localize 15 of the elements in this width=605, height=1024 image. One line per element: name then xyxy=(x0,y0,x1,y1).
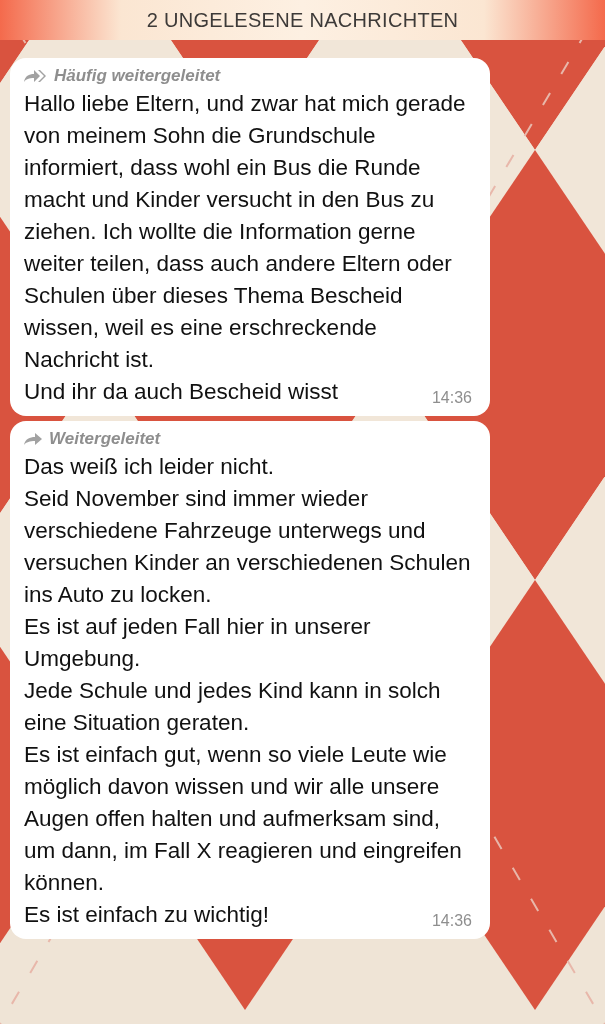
forwarded-icon xyxy=(24,432,43,446)
message-text: Jede Schule und jedes Kind kann in solch eine Situation geraten. xyxy=(24,677,442,737)
message-text: Und ihr da auch Bescheid wisst xyxy=(24,378,338,406)
message-time: 14:36 xyxy=(431,912,472,930)
forwarded-label: Weitergeleitet xyxy=(49,429,161,449)
forwarded-many-icon xyxy=(24,69,48,83)
message-text: Es ist einfach zu wichtig! xyxy=(24,901,270,929)
message-text: Es ist auf jeden Fall hier in unserer Umgebung. xyxy=(24,613,372,673)
message-text: Es ist einfach gut, wenn so viele Leute wie möglich davon wissen und wir alle unsere Augen offen halten und aufmerksam sind, um dann, im Fall X reagieren und eingreifen können. xyxy=(24,741,463,897)
unread-messages-banner: 2 UNGELESENE NACHRICHTEN xyxy=(0,0,605,40)
message-text: Hallo liebe Eltern, und zwar hat mich gerade von meinem Sohn die Grundschule informiert, dass wohl ein Bus die Runde macht und Kinder versucht in den Bus zu ziehen. Ich wollte die Information gerne weiter teilen, dass auch andere Eltern oder Schulen über dieses Thema Bescheid wissen, weil es eine erschreckende Nachricht ist. xyxy=(24,90,467,374)
message-time: 14:36 xyxy=(431,389,472,407)
message-text: Das weiß ich leider nicht. xyxy=(24,453,276,481)
forwarded-label: Häufig weitergeleitet xyxy=(54,66,221,86)
message-text: Seid November sind immer wieder verschiedene Fahrzeuge unterwegs und versuchen Kinder an verschiedenen Schulen ins Auto zu locken. xyxy=(24,485,472,609)
